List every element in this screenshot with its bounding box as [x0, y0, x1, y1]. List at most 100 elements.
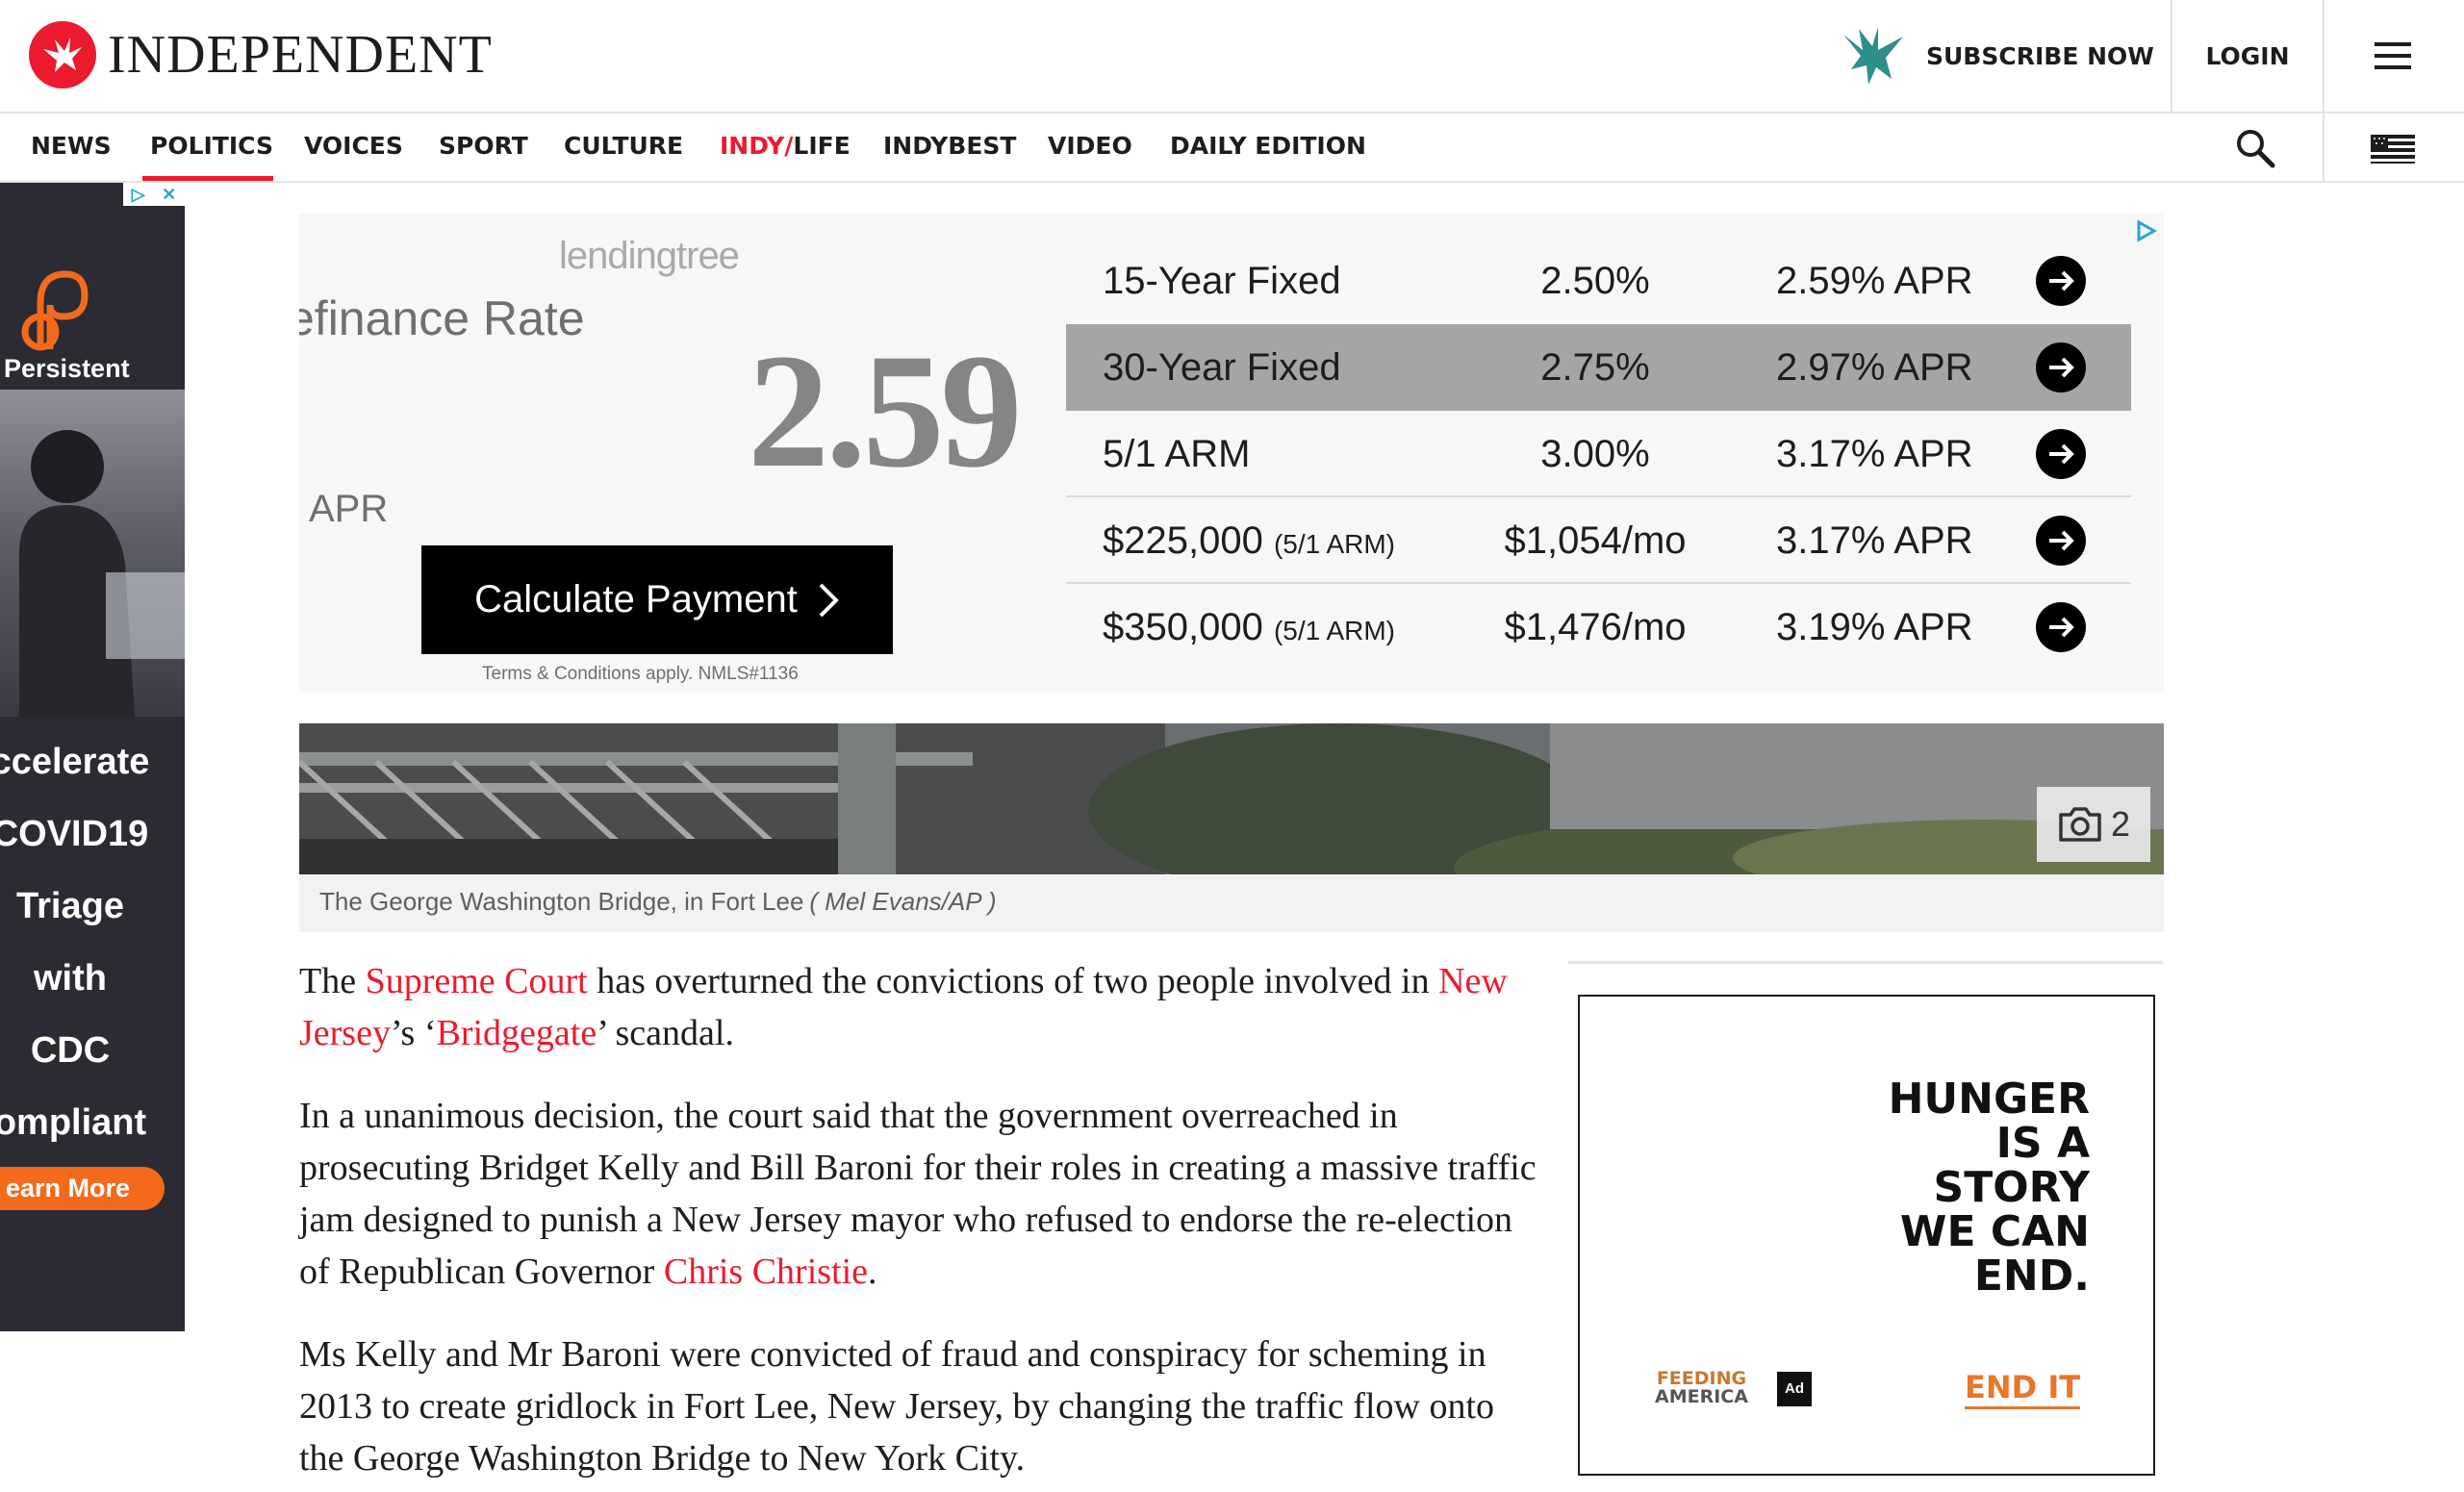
ad-photo: [0, 390, 185, 717]
paragraph-text: ’ scandal.: [597, 1013, 734, 1053]
arrow-right-icon[interactable]: [2036, 256, 2086, 306]
hamburger-menu-icon[interactable]: [2375, 42, 2411, 69]
nav-indybest[interactable]: INDYBEST: [883, 114, 1016, 181]
ad-copy-line: ccelerate: [0, 742, 150, 782]
terms-text: Terms & Conditions apply. NMLS#1136: [482, 664, 799, 684]
sidebar-divider: [1568, 961, 2163, 964]
arrow-right-icon[interactable]: [2036, 602, 2086, 652]
ad-copy: ccelerate COVID19 Triage with CDC omplia…: [0, 726, 169, 1231]
rate-table: 15-Year Fixed 2.50% 2.59% APR 30-Year Fi…: [1066, 214, 2131, 670]
subscribe-label: SUBSCRIBE NOW: [1926, 41, 2154, 70]
ad-headline-line: WE CAN: [1899, 1207, 2090, 1256]
arrow-right-icon[interactable]: [2036, 342, 2086, 392]
feeding-america-ad[interactable]: HUNGER IS A STORY WE CAN END. FEEDING AM…: [1578, 995, 2155, 1476]
chevron-right-icon: [819, 583, 839, 617]
camera-icon: [2059, 807, 2101, 842]
nav-politics-label: POLITICS: [150, 132, 273, 160]
rate-product: 15-Year Fixed: [1103, 260, 1341, 302]
link-bridgegate[interactable]: Bridgegate: [436, 1013, 597, 1053]
ad-heading: efinance Rate: [299, 291, 585, 345]
rate-value: 3.00%: [1540, 433, 1650, 475]
arrow-right-icon[interactable]: [2036, 429, 2086, 479]
loan-type-note: (5/1 ARM): [1273, 616, 1395, 645]
side-skyscraper-ad[interactable]: ▷ ✕ Persistent ccelerate COVID19 Triage …: [0, 183, 185, 1331]
nav-indy-life[interactable]: INDY/LIFE: [720, 114, 851, 181]
persistent-logo-icon: [21, 265, 90, 358]
site-title: INDEPENDENT: [108, 25, 493, 85]
nav-video[interactable]: VIDEO: [1048, 114, 1132, 181]
rate-product: 30-Year Fixed: [1103, 346, 1341, 389]
link-supreme-court[interactable]: Supreme Court: [366, 961, 588, 1001]
nav-divider: [2323, 114, 2324, 181]
login-button[interactable]: LOGIN: [2172, 0, 2323, 112]
flag-icon[interactable]: [2371, 135, 2415, 164]
rate-value: 2.75%: [1540, 346, 1650, 389]
rate-row[interactable]: 15-Year Fixed 2.50% 2.59% APR: [1066, 214, 2131, 324]
article-paragraph: Ms Kelly and Mr Baroni were convicted of…: [299, 1334, 1495, 1479]
loan-amount: $225,000 (5/1 ARM): [1103, 497, 1395, 588]
ad-copy-line: COVID19: [0, 814, 149, 854]
nav-sport[interactable]: SPORT: [439, 114, 528, 181]
nav-daily-edition[interactable]: DAILY EDITION: [1170, 114, 1366, 181]
nav-culture[interactable]: CULTURE: [564, 114, 683, 181]
ad-headline-line: HUNGER: [1888, 1075, 2090, 1124]
search-icon[interactable]: [2234, 127, 2276, 169]
ad-council-logo: Ad: [1777, 1372, 1812, 1406]
arrow-right-icon[interactable]: [2036, 516, 2086, 566]
rate-row-highlighted[interactable]: 30-Year Fixed 2.75% 2.97% APR: [1066, 324, 2131, 411]
paragraph-text: In a unanimous decision, the court said …: [299, 1096, 1537, 1292]
caption-credit: ( Mel Evans/AP ): [809, 887, 997, 916]
loan-amount: $350,000 (5/1 ARM): [1103, 584, 1395, 674]
ad-headline-line: END.: [1973, 1252, 2090, 1301]
nav-life-label: LIFE: [793, 132, 851, 160]
ad-copy-line: Triage: [16, 886, 124, 926]
nav-voices[interactable]: VOICES: [304, 114, 403, 181]
ad-headline: HUNGER IS A STORY WE CAN END.: [1889, 1077, 2090, 1299]
monthly-payment: $1,054/mo: [1504, 519, 1687, 562]
rate-apr: 3.17% APR: [1776, 519, 1973, 562]
paragraph-text: has overturned the convictions of two pe…: [587, 961, 1439, 1001]
rate-value: 2.50%: [1540, 260, 1650, 302]
nav-indy-prefix: INDY/: [720, 132, 794, 160]
eagle-logo-icon: [29, 21, 96, 89]
subscribe-button[interactable]: SUBSCRIBE NOW: [1840, 0, 2154, 112]
payment-row[interactable]: $350,000 (5/1 ARM) $1,476/mo 3.19% APR: [1066, 584, 2131, 670]
adchoices-icon[interactable]: [2133, 218, 2158, 243]
eagle-subscribe-icon: [1843, 27, 1903, 85]
paragraph-text: ’s ‘: [390, 1013, 437, 1053]
rate-apr: 2.97% APR: [1776, 346, 1973, 389]
ad-controls[interactable]: ▷ ✕: [123, 183, 185, 206]
learn-more-button[interactable]: earn More: [0, 1167, 165, 1210]
article-photo[interactable]: 2: [299, 723, 2164, 874]
calculate-payment-button[interactable]: Calculate Payment: [421, 545, 893, 654]
rate-row[interactable]: 5/1 ARM 3.00% 3.17% APR: [1066, 411, 2131, 497]
mortgage-rate-ad[interactable]: lendingtree efinance Rate 2.59 APR Calcu…: [299, 214, 2164, 693]
photo-gallery-button[interactable]: 2: [2037, 787, 2150, 862]
close-icon[interactable]: ✕: [162, 185, 176, 205]
rate-apr: 3.19% APR: [1776, 606, 1973, 648]
apr-label: APR: [309, 488, 389, 530]
bridge-photo: [299, 723, 2164, 874]
rate-apr: 2.59% APR: [1776, 260, 1973, 302]
nav-news[interactable]: NEWS: [31, 114, 112, 181]
feeding-america-logo: FEEDING AMERICA: [1655, 1370, 1748, 1406]
section-nav: NEWS POLITICS VOICES SPORT CULTURE INDY/…: [0, 114, 2464, 183]
article-paragraph: In a unanimous decision, the court said …: [299, 1090, 1540, 1298]
adchoices-icon[interactable]: ▷: [132, 185, 145, 205]
payment-row[interactable]: $225,000 (5/1 ARM) $1,054/mo 3.17% APR: [1066, 497, 2131, 584]
lendingtree-logo: lendingtree: [559, 235, 740, 277]
link-chris-christie[interactable]: Chris Christie: [664, 1252, 868, 1292]
featured-rate: 2.59: [748, 320, 1022, 501]
loan-amount-value: $225,000: [1103, 519, 1263, 562]
rate-product: 5/1 ARM: [1103, 433, 1251, 475]
ad-copy-line: ompliant: [0, 1102, 147, 1143]
rate-apr: 3.17% APR: [1776, 433, 1973, 475]
ad-headline-line: STORY: [1933, 1163, 2090, 1212]
end-it-link[interactable]: END IT: [1965, 1368, 2081, 1409]
header-divider: [2323, 0, 2324, 112]
site-logo[interactable]: INDEPENDENT: [29, 21, 493, 89]
ad-brand-name: Persistent: [4, 354, 130, 383]
paragraph-text: .: [868, 1252, 877, 1292]
ad-copy-line: CDC: [30, 1030, 111, 1071]
nav-politics[interactable]: POLITICS: [142, 114, 273, 181]
